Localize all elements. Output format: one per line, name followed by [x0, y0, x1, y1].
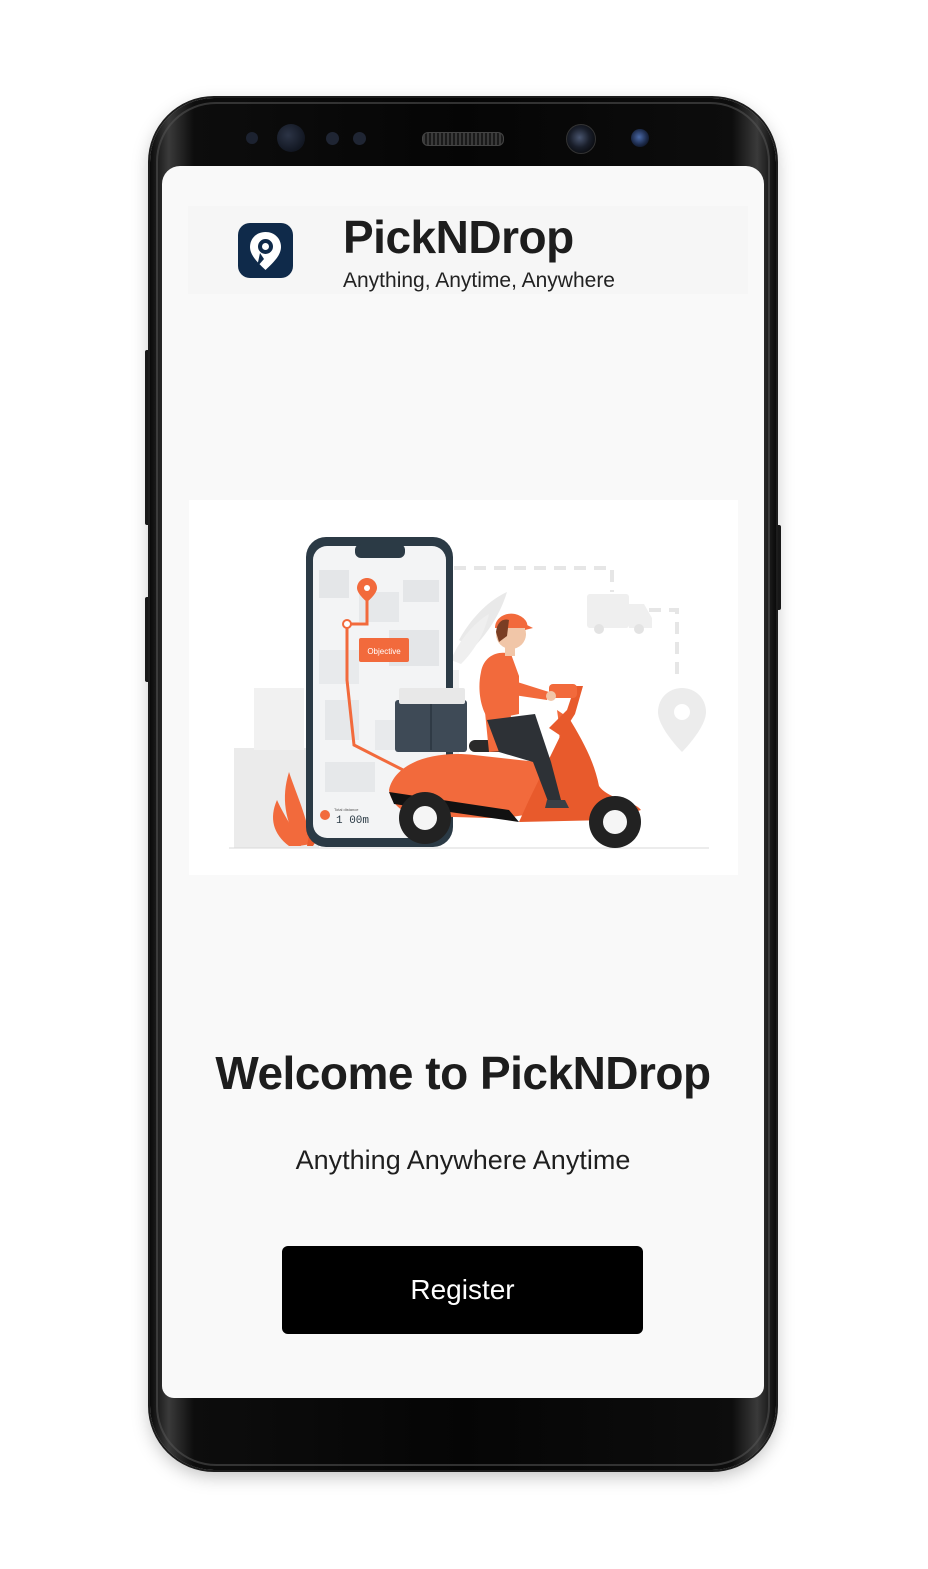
device-mockup: PickNDrop Anything, Anytime, Anywhere Ob… — [0, 0, 928, 1569]
distance-caption: Total distance — [334, 807, 359, 812]
svg-text:Objective: Objective — [367, 647, 401, 656]
light-sensor — [326, 132, 339, 145]
led-indicator — [353, 132, 366, 145]
front-camera — [566, 124, 596, 154]
app-title: PickNDrop — [343, 211, 574, 263]
proximity-sensor — [246, 132, 258, 144]
app-tagline: Anything, Anytime, Anywhere — [343, 269, 615, 292]
iris-sensor — [277, 124, 305, 152]
earpiece-speaker — [422, 132, 504, 146]
distance-value: 1 00m — [336, 815, 369, 827]
welcome-heading: Welcome to PickNDrop — [215, 1047, 711, 1099]
app-screen: PickNDrop Anything, Anytime, Anywhere Ob… — [162, 166, 764, 1398]
map-objective-label: Objective — [359, 638, 409, 662]
register-button[interactable]: Register — [282, 1246, 643, 1334]
hero-illustration: Objective Total distance 1 00m — [189, 500, 738, 875]
welcome-subtitle: Anything Anywhere Anytime — [295, 1145, 631, 1175]
app-logo-icon — [238, 223, 293, 278]
iris-camera — [631, 129, 649, 147]
